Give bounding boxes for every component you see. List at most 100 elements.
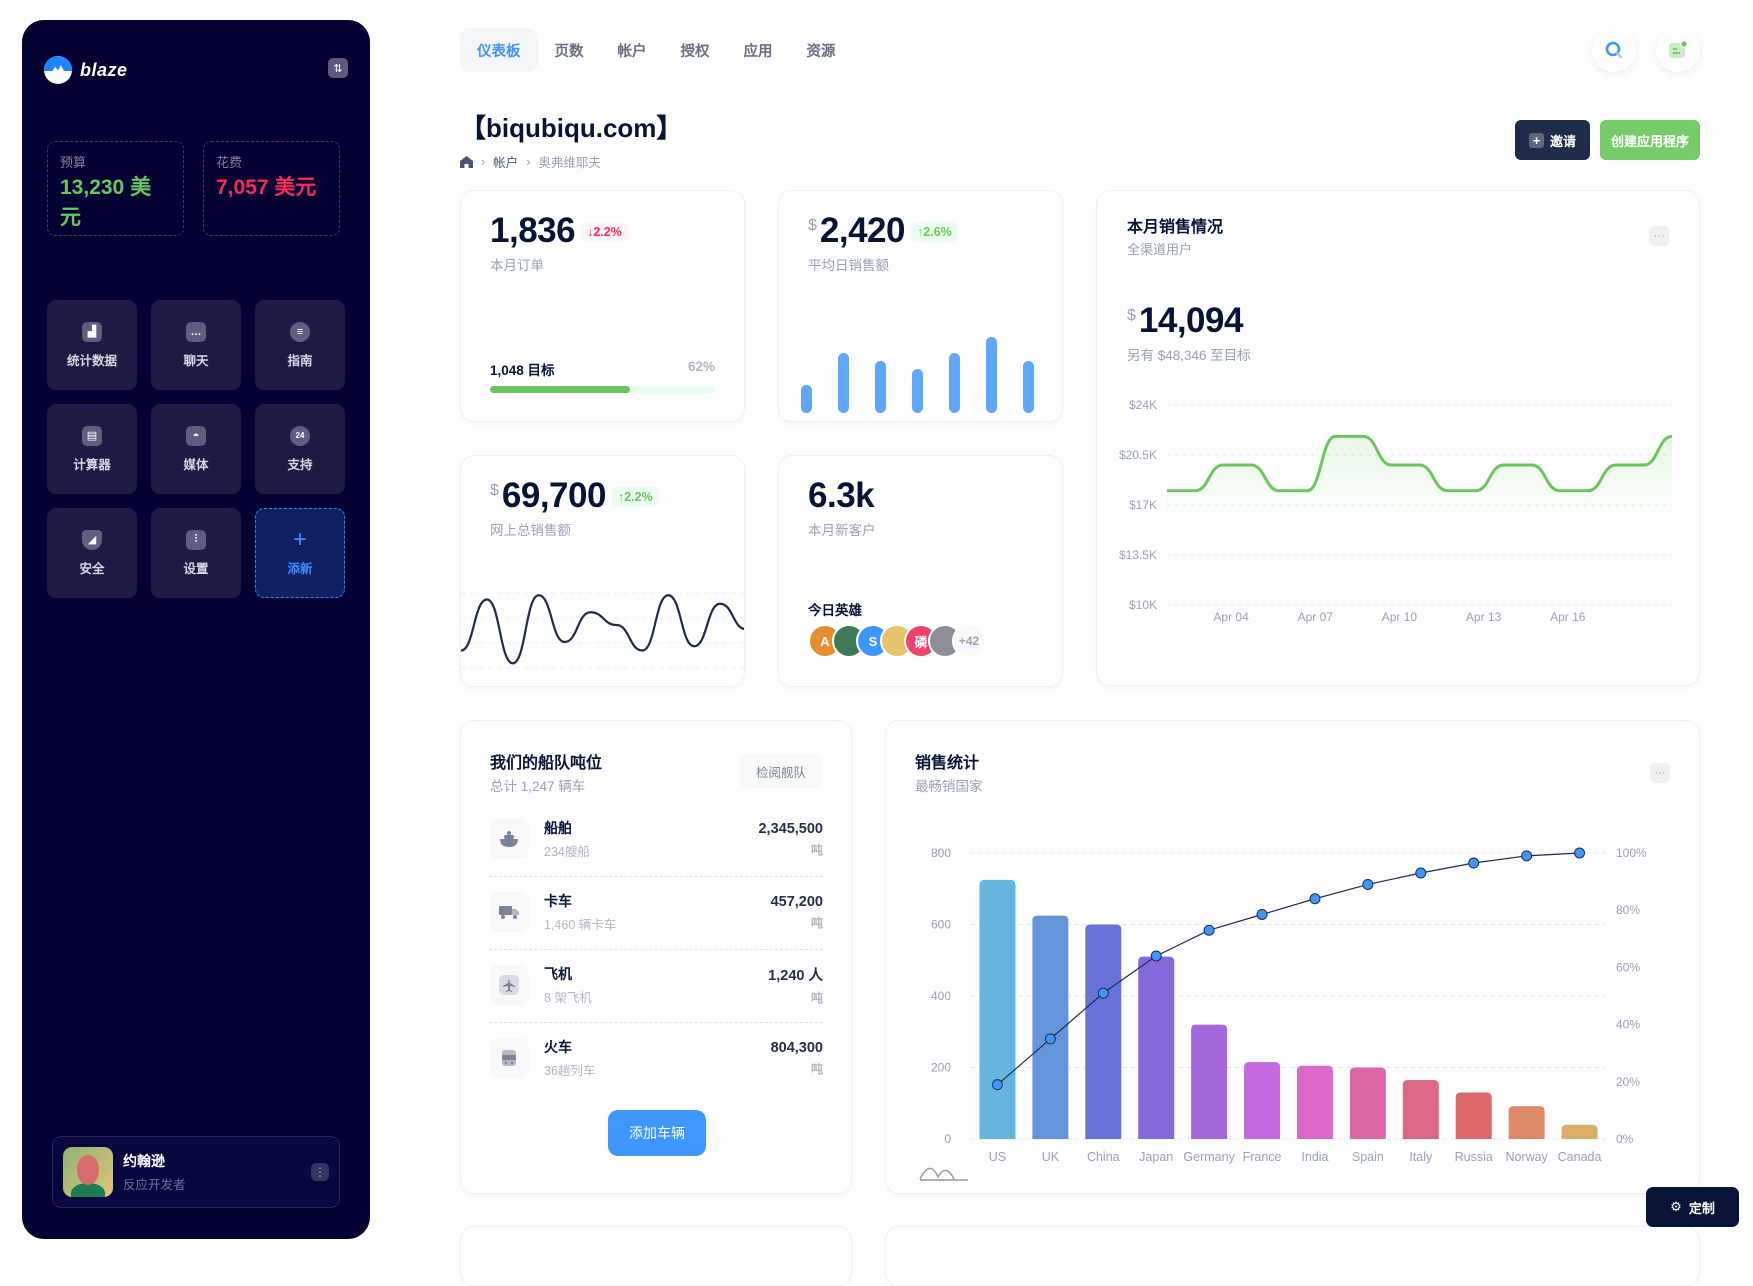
- fleet-row: 飞机 8 架飞机 1,240 人吨: [489, 955, 823, 1015]
- online-sales-card: $69,700 ↑2.2% 网上总销售额: [460, 455, 745, 687]
- customize-button[interactable]: ⚙ 定制: [1646, 1187, 1739, 1227]
- invite-button[interactable]: + 邀请: [1515, 120, 1590, 160]
- orders-target: 1,048 目标: [490, 363, 555, 378]
- tab-apps[interactable]: 应用: [727, 28, 790, 72]
- cumulative-point: [1574, 847, 1586, 859]
- sidebar-toggle-icon[interactable]: ⇅: [328, 58, 348, 78]
- y-tick-label: 600: [931, 918, 951, 932]
- spent-label: 花费: [216, 155, 243, 170]
- user-card[interactable]: 约翰逊 反应开发者 ⋮: [52, 1136, 340, 1208]
- cumulative-point: [1362, 878, 1374, 890]
- chart-icon: ▟: [82, 321, 102, 342]
- y-tick-label: 200: [931, 1061, 951, 1075]
- review-fleet-button[interactable]: 检阅舰队: [740, 754, 822, 788]
- tile-support[interactable]: 24 支持: [255, 404, 345, 494]
- create-app-button[interactable]: 创建应用程序: [1600, 120, 1700, 160]
- tile-calculator[interactable]: ▤ 计算器: [47, 404, 137, 494]
- divider: [489, 949, 823, 950]
- monthly-sales-area-chart: $10K $13.5K $17K $20.5K $24K Apr 04 Apr 07 Apr …: [1119, 398, 1673, 624]
- more-heroes-count[interactable]: +42: [952, 624, 986, 658]
- fleet-row: 卡车 1,460 辆卡车 457,200 吨: [489, 882, 823, 942]
- bar-russia: [1455, 1092, 1492, 1139]
- home-icon[interactable]: [460, 155, 473, 168]
- orders-value: 1,836: [490, 211, 576, 250]
- chevron-right-icon: ›: [526, 154, 531, 169]
- tile-label: 计算器: [73, 457, 111, 472]
- tile-label: 指南: [287, 353, 313, 368]
- x-tick-label: Apr 13: [1466, 610, 1502, 624]
- kebab-menu-icon[interactable]: ⋮: [311, 1163, 329, 1181]
- tile-add-new[interactable]: + 添新: [255, 508, 345, 598]
- settings-sliders-icon: ⫶: [186, 529, 206, 550]
- avg-sales-bar: [801, 385, 812, 413]
- tab-pages[interactable]: 页数: [538, 28, 601, 72]
- bar-italy: [1402, 1080, 1439, 1139]
- cumulative-point: [991, 1079, 1003, 1091]
- monthly-sales-card: 本月销售情况 全渠道用户 ··· $14,094 另有 $48,346 至目标 …: [1096, 190, 1700, 686]
- add-vehicle-button[interactable]: 添加车辆: [608, 1110, 706, 1156]
- tab-dashboard[interactable]: 仪表板: [460, 28, 538, 72]
- tile-chat[interactable]: … 聊天: [151, 300, 241, 390]
- fleet-unit: 吨: [810, 1061, 823, 1076]
- fleet-row: 火车 36趟列车 804,300 吨: [489, 1028, 823, 1088]
- fleet-title: 我们的船队吨位: [490, 755, 603, 772]
- airplane-icon: [489, 965, 529, 1005]
- avg-sales-bar: [838, 353, 849, 413]
- plus-icon: +: [1528, 132, 1544, 148]
- x-tick-label: US: [989, 1150, 1006, 1164]
- tile-settings[interactable]: ⫶ 设置: [151, 508, 241, 598]
- more-options-icon[interactable]: ···: [1650, 763, 1670, 783]
- fleet-name: 火车: [544, 1039, 572, 1055]
- fleet-unit: 吨: [810, 842, 823, 857]
- user-name: 约翰逊: [123, 1153, 165, 1169]
- monthly-sales-subtitle: 全渠道用户: [1127, 242, 1193, 257]
- avg-sales-change-badge: ↑2.6%: [911, 221, 958, 242]
- cumulative-point: [1150, 950, 1162, 962]
- more-options-icon[interactable]: ···: [1649, 226, 1669, 246]
- search-button[interactable]: [1592, 28, 1636, 72]
- sidebar: blaze ⇅ 预算 13,230 美元 花费 7,057 美元 ▟ 统计数据 ……: [22, 20, 370, 1239]
- tile-security[interactable]: ◢ 安全: [47, 508, 137, 598]
- monthly-sales-title: 本月销售情况: [1127, 219, 1224, 236]
- tile-label: 聊天: [183, 353, 209, 368]
- cumulative-point: [1097, 987, 1109, 999]
- tab-account[interactable]: 帐户: [601, 28, 664, 72]
- tile-statistics[interactable]: ▟ 统计数据: [47, 300, 137, 390]
- currency-symbol: $: [490, 482, 499, 499]
- breadcrumb-item[interactable]: 帐户: [493, 152, 518, 171]
- cumulative-point: [1203, 924, 1215, 936]
- brand-logo[interactable]: blaze: [44, 56, 128, 84]
- bottom-card-left: [460, 1226, 852, 1286]
- x-tick-label: Apr 04: [1213, 610, 1249, 624]
- new-customers-card: 6.3k 本月新客户 今日英雄 A S 磷 +42: [778, 455, 1063, 687]
- sales-stats-title: 销售统计: [915, 755, 980, 772]
- tab-resources[interactable]: 资源: [790, 28, 853, 72]
- cumulative-point: [1415, 867, 1427, 879]
- x-tick-label: Apr 07: [1298, 610, 1334, 624]
- online-sales-change-badge: ↑2.2%: [611, 486, 659, 507]
- x-tick-label: France: [1243, 1150, 1282, 1164]
- cumulative-line: [997, 852, 1580, 1086]
- bar-us: [979, 879, 1016, 1139]
- media-icon: ◓: [186, 425, 206, 446]
- x-tick-label: Apr 10: [1382, 610, 1418, 624]
- heroes-label: 今日英雄: [808, 603, 862, 618]
- y-tick-label: $13.5K: [1119, 548, 1157, 562]
- y2-tick-label: 0%: [1616, 1132, 1634, 1146]
- notifications-button[interactable]: [1656, 28, 1700, 72]
- y-tick-label: 0: [944, 1132, 951, 1146]
- avg-sales-bar: [912, 369, 923, 413]
- tile-media[interactable]: ◓ 媒体: [151, 404, 241, 494]
- tile-guide[interactable]: ≡ 指南: [255, 300, 345, 390]
- avg-sales-bar: [949, 353, 960, 413]
- x-tick-label: UK: [1042, 1150, 1060, 1164]
- message-notification-icon: [1669, 40, 1688, 58]
- avg-sales-change: 2.6%: [923, 224, 952, 239]
- tile-label: 支持: [287, 457, 313, 472]
- fleet-value: 457,200: [770, 893, 823, 910]
- calculator-icon: ▤: [82, 425, 102, 446]
- bottom-card-right: [885, 1226, 1700, 1286]
- tab-authorization[interactable]: 授权: [664, 28, 727, 72]
- x-tick-label: Germany: [1183, 1150, 1235, 1164]
- online-sales-sparkline: [461, 592, 744, 669]
